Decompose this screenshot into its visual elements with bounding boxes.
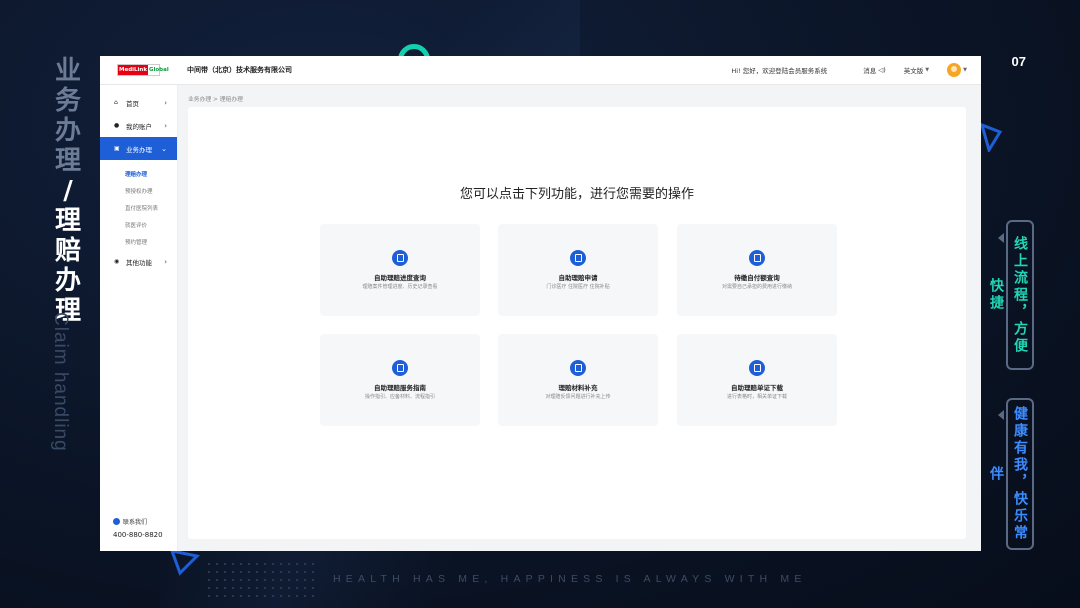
more-icon: ◉	[114, 258, 120, 265]
title-char: 理	[54, 206, 81, 236]
card-material-supplement[interactable]: 理赔材料补充 对理赔反馈问题进行补充上传	[498, 334, 658, 426]
welcome-text: Hi! 您好，欢迎登陆会员服务系统	[731, 67, 828, 75]
sidebar-subitem-direct-hospitals[interactable]: 直付医院列表	[100, 199, 177, 216]
triangle-decoration	[980, 122, 1003, 152]
logo-part1: MediLink	[118, 65, 148, 75]
messages-button[interactable]: 消息 ◁)	[863, 65, 886, 75]
slide-number: 07	[1011, 54, 1026, 69]
briefcase-icon: ▣	[114, 145, 120, 152]
chevron-down-icon: ▼	[963, 67, 967, 73]
main-content: 您可以点击下列功能，进行您需要的操作 自助理赔进度查询 理赔案件管理进度、历史记…	[188, 107, 966, 539]
chevron-down-icon: ⌄	[161, 144, 167, 153]
sidebar-subitem-review[interactable]: 就医评价	[100, 216, 177, 233]
sidebar-subitem-appointments[interactable]: 预约管理	[100, 233, 177, 250]
sidebar-item-other[interactable]: ◉ 其他功能 ›	[100, 250, 177, 273]
page-headline: 您可以点击下列功能，进行您需要的操作	[459, 187, 694, 202]
language-select[interactable]: 英文版 ▼	[904, 65, 929, 75]
chevron-down-icon: ▼	[925, 67, 930, 73]
chevron-right-icon: ›	[164, 257, 167, 266]
card-desc: 理赔案件管理进度、历史记录查看	[362, 284, 438, 290]
card-desc: 对需要自己承担的费用进行缴纳	[721, 284, 792, 290]
card-desc: 进行表格时，相关单证下载	[726, 394, 787, 400]
card-title: 自助理赔进度查询	[374, 274, 426, 282]
tag-pointer-icon	[998, 410, 1004, 420]
slide-title-en: Claim handling	[50, 312, 71, 452]
guide-icon	[392, 360, 408, 376]
tag-online-process: 线上流程，方便快捷	[988, 220, 1034, 370]
app-header: MediLink Global 中间带（北京）技术服务有限公司 Hi! 您好，欢…	[100, 56, 981, 85]
title-char: 赔	[54, 236, 81, 266]
sidebar-item-business[interactable]: ▣ 业务办理 ⌄	[100, 137, 177, 160]
home-icon: ⌂	[114, 99, 118, 106]
card-desc: 操作指引、应备材料、流程指引	[364, 394, 435, 400]
title-char: 理	[54, 146, 81, 176]
phone-icon	[113, 518, 120, 525]
speaker-icon: ◁)	[878, 66, 886, 74]
card-claim-apply[interactable]: 自助理赔申请 门诊医疗 住院医疗 住院补贴	[498, 224, 658, 316]
slide-title-cn: 业 务 办 理 / 理 赔 办 理	[52, 56, 84, 326]
card-title: 理赔材料补充	[558, 384, 598, 392]
logo-part2: Global	[149, 67, 169, 73]
sidebar: ⌂ 首页 › ● 我的账户 › ▣ 业务办理 ⌄ 理赔办理 预授权办理 直付医院…	[100, 85, 178, 551]
sidebar-item-label: 其他功能	[126, 258, 152, 267]
edit-document-icon	[570, 250, 586, 266]
sidebar-subitem-claims[interactable]: 理赔办理	[100, 165, 177, 182]
card-title: 待缴自付额查询	[734, 274, 780, 282]
download-icon	[749, 360, 765, 376]
title-char: 办	[54, 116, 81, 146]
language-label: 英文版	[903, 67, 924, 75]
title-char: 业	[54, 56, 81, 86]
title-char: 办	[54, 266, 81, 296]
document-icon	[392, 250, 408, 266]
card-copay-query[interactable]: 待缴自付额查询 对需要自己承担的费用进行缴纳	[677, 224, 837, 316]
card-claim-progress[interactable]: 自助理赔进度查询 理赔案件管理进度、历史记录查看	[320, 224, 480, 316]
user-icon: ●	[114, 122, 120, 129]
card-title: 自助理赔服务指南	[374, 384, 426, 392]
card-title: 自助理赔申请	[558, 274, 598, 282]
footer-slogan: HEALTH HAS ME, HAPPINESS IS ALWAYS WITH …	[333, 573, 807, 585]
medilink-logo[interactable]: MediLink Global	[117, 64, 169, 76]
contact-label: 联系我们	[123, 519, 148, 526]
sidebar-item-home[interactable]: ⌂ 首页 ›	[100, 91, 177, 114]
title-char: 务	[54, 86, 81, 116]
contact-phone: 400-880-8820	[113, 531, 163, 539]
title-slash: /	[63, 176, 73, 206]
user-menu[interactable]: ▼	[947, 63, 967, 77]
upload-document-icon	[570, 360, 586, 376]
contact-us[interactable]: 联系我们 400-880-8820	[113, 517, 163, 539]
card-desc: 对理赔反馈问题进行补充上传	[545, 394, 611, 400]
breadcrumb: 业务办理 > 理赔办理	[188, 97, 243, 103]
tag-health: 健康有我，快乐常伴	[988, 398, 1034, 550]
sidebar-subitem-preauth[interactable]: 预授权办理	[100, 182, 177, 199]
bill-icon	[749, 250, 765, 266]
app-window: MediLink Global 中间带（北京）技术服务有限公司 Hi! 您好，欢…	[100, 56, 981, 551]
card-service-guide[interactable]: 自助理赔服务指南 操作指引、应备材料、流程指引	[320, 334, 480, 426]
triangle-decoration	[170, 549, 200, 576]
sidebar-item-label: 我的账户	[126, 122, 152, 131]
dot-pattern	[205, 560, 315, 600]
sidebar-item-account[interactable]: ● 我的账户 ›	[100, 114, 177, 137]
chevron-right-icon: ›	[164, 98, 167, 107]
messages-label: 消息	[863, 67, 877, 75]
card-desc: 门诊医疗 住院医疗 住院补贴	[546, 284, 610, 290]
avatar	[947, 63, 962, 77]
sidebar-item-label: 首页	[126, 99, 139, 108]
card-form-download[interactable]: 自助理赔单证下载 进行表格时，相关单证下载	[677, 334, 837, 426]
card-title: 自助理赔单证下载	[731, 384, 783, 392]
sidebar-item-label: 业务办理	[126, 145, 152, 154]
chevron-right-icon: ›	[164, 121, 167, 130]
tag-pointer-icon	[998, 233, 1004, 243]
company-name: 中间带（北京）技术服务有限公司	[187, 66, 292, 74]
